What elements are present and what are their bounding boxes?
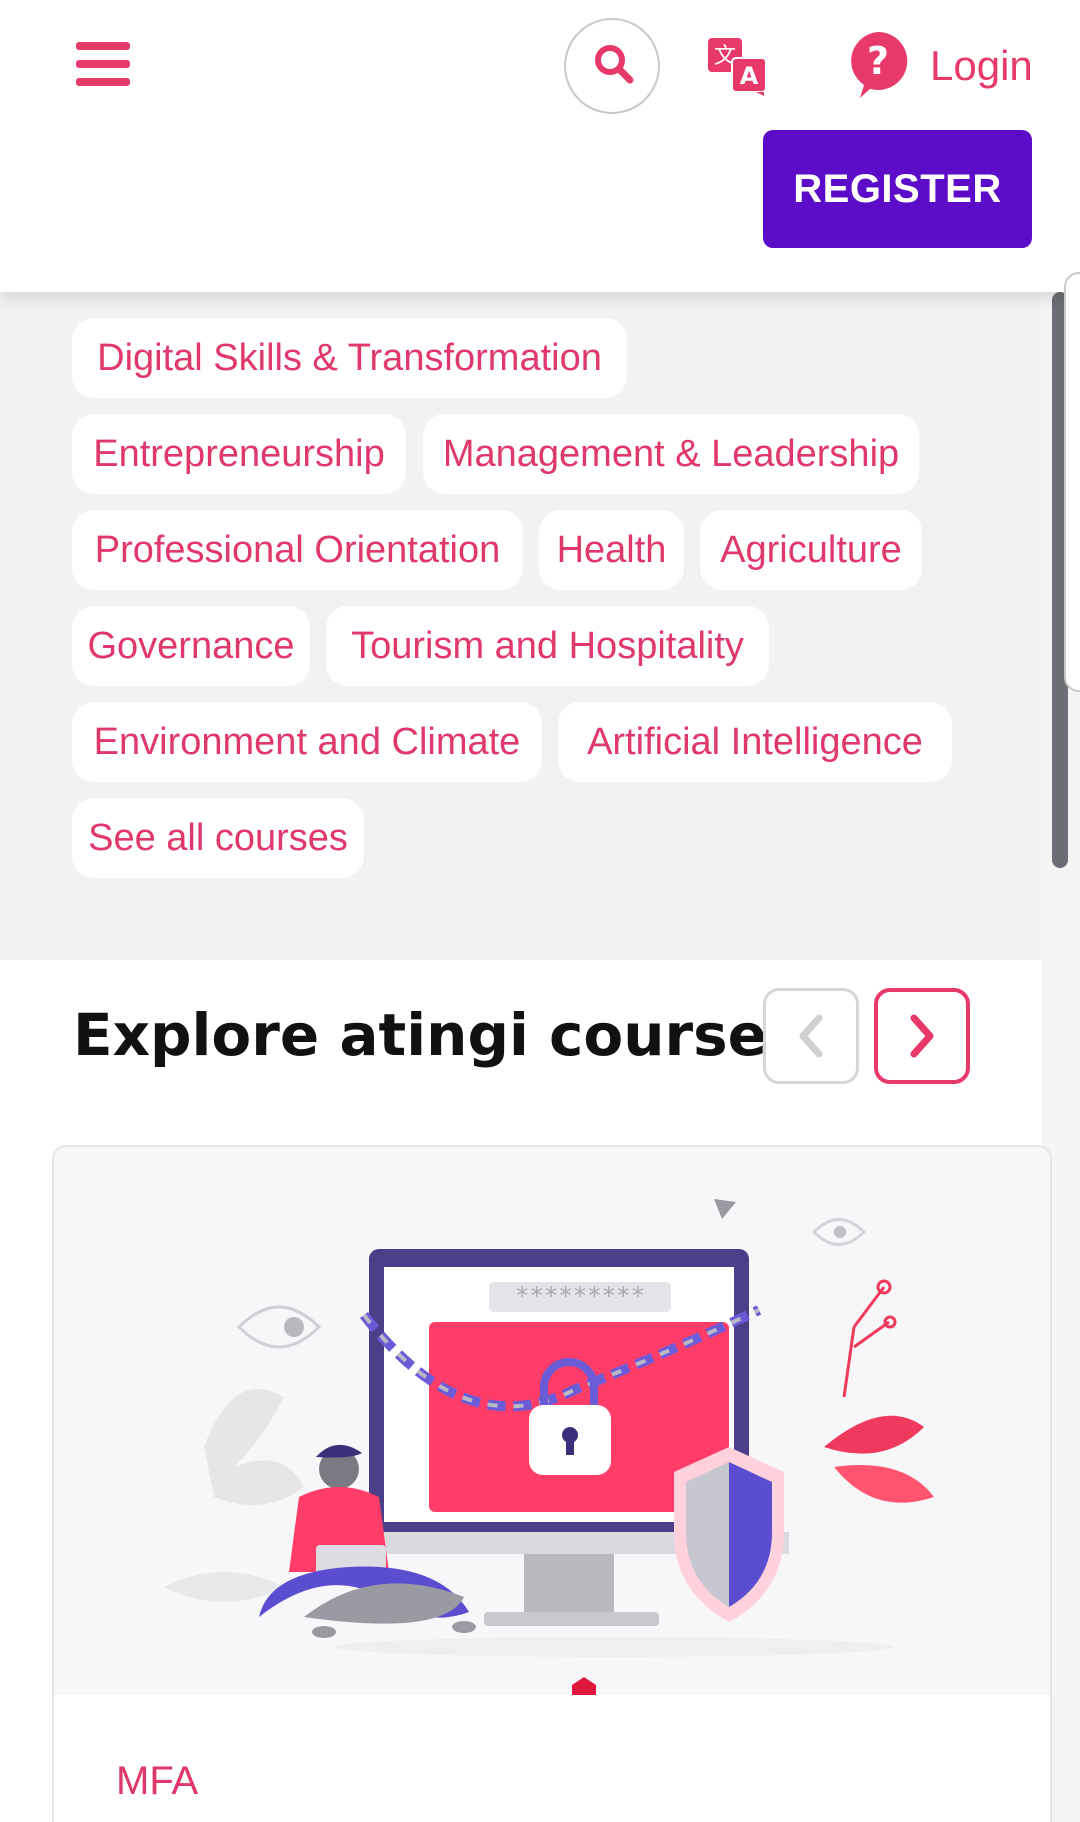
category-chip-tourism-hospitality[interactable]: Tourism and Hospitality bbox=[326, 606, 769, 686]
category-chip-agriculture[interactable]: Agriculture bbox=[700, 510, 922, 590]
carousel-next-button[interactable] bbox=[874, 988, 970, 1084]
category-chips-section: Digital Skills & Transformation Entrepre… bbox=[0, 292, 1042, 960]
site-header: 文 A ? Login REGISTER bbox=[0, 0, 1080, 292]
svg-text:?: ? bbox=[867, 39, 889, 83]
category-chip-management-leadership[interactable]: Management & Leadership bbox=[423, 414, 919, 494]
search-icon bbox=[595, 45, 634, 84]
eye-icon bbox=[236, 1305, 322, 1349]
side-panel-tab[interactable] bbox=[1064, 272, 1080, 692]
help-icon[interactable]: ? bbox=[846, 30, 910, 100]
category-chip-entrepreneurship[interactable]: Entrepreneurship bbox=[72, 414, 406, 494]
course-tag: MFA bbox=[116, 1759, 199, 1803]
category-chip-digital-skills[interactable]: Digital Skills & Transformation bbox=[72, 318, 627, 398]
explore-section-title: Explore atingi courses bbox=[73, 1001, 802, 1069]
category-chip-artificial-intelligence[interactable]: Artificial Intelligence bbox=[558, 702, 952, 782]
course-card[interactable]: ********* MFA bbox=[52, 1145, 1052, 1822]
category-chip-environment-climate[interactable]: Environment and Climate bbox=[72, 702, 542, 782]
carousel-prev-button[interactable] bbox=[763, 988, 859, 1084]
course-illustration: ********* bbox=[54, 1147, 1050, 1695]
chevron-right-icon bbox=[910, 1014, 934, 1058]
svg-text:A: A bbox=[740, 62, 759, 90]
chevron-left-icon bbox=[799, 1014, 823, 1058]
search-button[interactable] bbox=[564, 18, 660, 114]
register-button[interactable]: REGISTER bbox=[763, 130, 1032, 248]
category-chip-professional-orientation[interactable]: Professional Orientation bbox=[72, 510, 523, 590]
see-all-courses-link[interactable]: See all courses bbox=[72, 798, 364, 878]
category-chip-health[interactable]: Health bbox=[539, 510, 684, 590]
translate-icon[interactable]: 文 A bbox=[706, 36, 770, 96]
login-link[interactable]: Login bbox=[930, 40, 1033, 92]
category-chip-governance[interactable]: Governance bbox=[72, 606, 310, 686]
password-field-text: ********* bbox=[515, 1282, 645, 1310]
hamburger-menu-icon[interactable] bbox=[76, 40, 132, 88]
